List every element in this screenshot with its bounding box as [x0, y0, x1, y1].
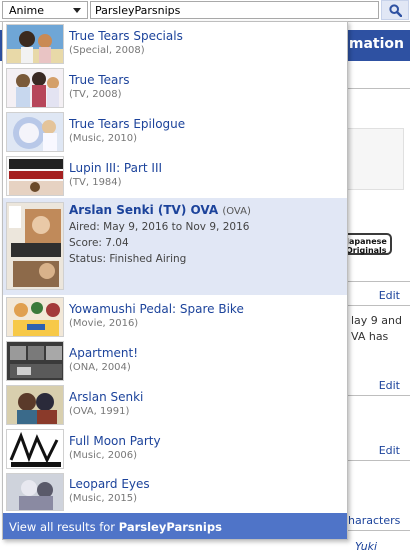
result-thumbnail	[6, 68, 64, 108]
result-title[interactable]: Apartment!	[69, 346, 138, 360]
result-title[interactable]: Arslan Senki	[69, 390, 143, 404]
divider	[340, 281, 410, 282]
category-select-value: Anime	[9, 4, 45, 17]
result-item[interactable]: True Tears Epilogue (Music, 2010)	[3, 110, 347, 154]
synopsis-snippet: lay 9 and	[351, 314, 402, 327]
result-item[interactable]: Arslan Senki (OVA, 1991)	[3, 383, 347, 427]
edit-link[interactable]: Edit	[379, 289, 400, 302]
info-box	[340, 128, 404, 190]
result-meta: (Special, 2008)	[69, 45, 145, 56]
result-item[interactable]: True Tears (TV, 2008)	[3, 66, 347, 110]
synopsis-snippet: VA has	[351, 330, 389, 343]
search-results-dropdown: True Tears Specials (Special, 2008) True…	[2, 21, 348, 540]
badge-line-1: Japanese	[346, 237, 387, 246]
result-thumbnail	[6, 429, 64, 469]
divider	[340, 88, 410, 89]
divider	[340, 460, 410, 461]
result-item[interactable]: True Tears Specials (Special, 2008)	[3, 22, 347, 66]
result-thumbnail	[6, 341, 64, 381]
result-meta: (OVA, 1991)	[69, 406, 130, 417]
result-thumbnail	[6, 202, 64, 290]
result-thumbnail	[6, 297, 64, 337]
edit-link[interactable]: Edit	[379, 444, 400, 457]
search-button[interactable]	[381, 0, 409, 20]
view-all-results-link[interactable]: View all results for ParsleyParsnips	[3, 513, 347, 539]
search-bar: Anime	[0, 0, 410, 22]
result-item[interactable]: Apartment! (ONA, 2004)	[3, 339, 347, 383]
result-status: Status: Finished Airing	[69, 253, 187, 265]
result-meta: (Movie, 2016)	[69, 318, 139, 329]
result-item[interactable]: Yowamushi Pedal: Spare Bike (Movie, 2016…	[3, 295, 347, 339]
result-item-active[interactable]: Arslan Senki (TV) OVA (OVA) Aired: May 9…	[3, 198, 347, 295]
page-header-text: mation	[348, 36, 404, 52]
result-meta: (TV, 2008)	[69, 89, 122, 100]
result-thumbnail	[6, 385, 64, 425]
view-all-query: ParsleyParsnips	[118, 520, 222, 534]
divider	[340, 530, 410, 531]
result-title[interactable]: True Tears Specials	[69, 29, 183, 43]
result-meta: (TV, 1984)	[69, 177, 122, 188]
edit-link[interactable]: Edit	[379, 379, 400, 392]
result-title[interactable]: True Tears Epilogue	[69, 117, 185, 131]
result-title[interactable]: Full Moon Party	[69, 434, 161, 448]
result-item[interactable]: Full Moon Party (Music, 2006)	[3, 427, 347, 471]
result-type: (OVA)	[222, 206, 251, 217]
view-all-prefix: View all results for	[9, 520, 119, 534]
result-score: Score: 7.04	[69, 237, 129, 249]
result-thumbnail	[6, 24, 64, 64]
result-aired: Aired: May 9, 2016 to Nov 9, 2016	[69, 221, 250, 233]
search-icon	[389, 4, 402, 17]
character-name[interactable]: Yuki	[355, 540, 377, 553]
characters-link[interactable]: haracters	[348, 514, 400, 527]
result-item[interactable]: Lupin III: Part III (TV, 1984)	[3, 154, 347, 198]
divider	[340, 395, 410, 396]
result-thumbnail	[6, 112, 64, 152]
chevron-down-icon	[73, 8, 81, 13]
result-title-text[interactable]: Arslan Senki (TV) OVA	[69, 203, 218, 217]
result-thumbnail	[6, 156, 64, 196]
divider	[340, 305, 410, 306]
result-meta: (Music, 2010)	[69, 133, 138, 144]
result-meta: (Music, 2015)	[69, 493, 138, 504]
result-meta: (Music, 2006)	[69, 450, 138, 461]
result-item[interactable]: Leopard Eyes (Music, 2015)	[3, 471, 347, 513]
search-input[interactable]	[90, 1, 379, 19]
badge-line-2: Originals	[346, 246, 387, 255]
result-title[interactable]: Yowamushi Pedal: Spare Bike	[69, 302, 244, 316]
result-thumbnail	[6, 473, 64, 511]
result-title[interactable]: Leopard Eyes	[69, 477, 150, 491]
result-title[interactable]: Lupin III: Part III	[69, 161, 162, 175]
result-title[interactable]: True Tears	[69, 73, 130, 87]
result-title[interactable]: Arslan Senki (TV) OVA (OVA)	[69, 203, 251, 217]
result-meta: (ONA, 2004)	[69, 362, 131, 373]
category-select[interactable]: Anime	[2, 1, 88, 19]
